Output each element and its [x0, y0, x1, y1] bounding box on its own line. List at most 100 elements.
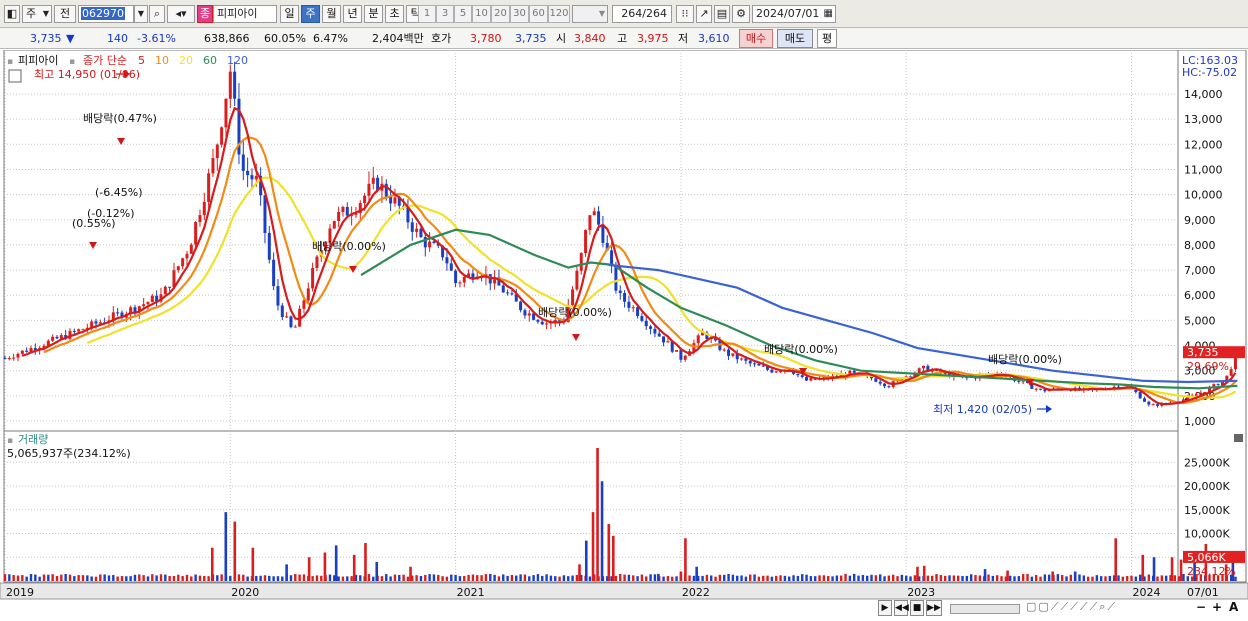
- volume-bar: [775, 575, 778, 581]
- interval-button[interactable]: 3: [436, 5, 454, 23]
- count-field[interactable]: 264/264: [612, 5, 672, 23]
- volume-bar: [323, 552, 327, 581]
- gear-icon[interactable]: ⚙: [732, 5, 750, 23]
- volume-bar: [489, 573, 492, 581]
- candle: [293, 326, 297, 328]
- price-change: 140: [107, 32, 128, 45]
- auto-scale-button[interactable]: A: [1229, 600, 1238, 618]
- sell-button[interactable]: 매도: [777, 29, 813, 48]
- volume-bar: [1073, 571, 1077, 581]
- compare-icon[interactable]: ⁝⁝: [676, 5, 694, 23]
- chevron-down-icon: ▼: [598, 9, 605, 18]
- speaker-icon[interactable]: ◂▾: [167, 5, 195, 23]
- interval-select[interactable]: ▼: [572, 5, 608, 23]
- candle: [241, 154, 245, 171]
- zoom-out-button[interactable]: −: [1196, 600, 1206, 618]
- volume-bar: [419, 576, 423, 581]
- candle: [20, 350, 24, 354]
- volume-bar: [506, 575, 509, 581]
- volume-bar: [714, 576, 717, 581]
- period-tab[interactable]: 주: [301, 5, 320, 23]
- draw-icon[interactable]: ↗: [696, 5, 712, 23]
- volume-bar: [848, 575, 852, 581]
- volume-bar: [493, 574, 496, 581]
- volume-bar: [409, 566, 412, 581]
- interval-button[interactable]: 120: [548, 5, 570, 23]
- candle: [1229, 369, 1233, 376]
- candle: [393, 197, 397, 204]
- period-tab[interactable]: 년: [343, 5, 362, 23]
- candle: [289, 316, 293, 328]
- volume-bar: [334, 545, 338, 581]
- y-tick-label: 12,000: [1184, 138, 1223, 151]
- zoom-in-button[interactable]: +: [1212, 600, 1222, 618]
- volume-bar: [398, 574, 401, 581]
- volume-bar: [467, 574, 470, 581]
- candle: [623, 293, 627, 302]
- period-tab[interactable]: 일: [280, 5, 299, 23]
- volume-bar: [607, 524, 611, 581]
- volume-bar: [12, 575, 15, 581]
- volume-bar: [29, 574, 33, 581]
- trade-amount: 2,404백만: [372, 32, 424, 45]
- buy-button[interactable]: 매수: [739, 29, 773, 48]
- search-icon[interactable]: ⌕: [149, 5, 165, 23]
- volume-bar: [939, 575, 943, 581]
- average-button[interactable]: 평: [817, 29, 837, 48]
- scroll-right-icon[interactable]: ▶: [878, 600, 892, 616]
- interval-button[interactable]: 1: [418, 5, 436, 23]
- interval-button[interactable]: 20: [491, 5, 510, 23]
- candle: [77, 329, 81, 332]
- rewind-icon[interactable]: ◀◀: [894, 600, 909, 616]
- volume-bar: [649, 574, 652, 581]
- volume-bar: [38, 576, 41, 581]
- volume-bar: [1156, 576, 1159, 581]
- period-tab[interactable]: 분: [364, 5, 383, 23]
- volume-bar: [116, 576, 119, 581]
- candle: [731, 353, 735, 356]
- volume-bar: [1065, 576, 1068, 581]
- interval-button[interactable]: 30: [510, 5, 529, 23]
- volume-bar: [935, 574, 938, 581]
- stock-code-input[interactable]: 062970: [78, 5, 134, 23]
- y-tick-label: 13,000: [1184, 113, 1223, 126]
- drawing-tools[interactable]: ▢▢⟋⟋⟋⟋⟋⌕⟋: [1026, 600, 1186, 618]
- stock-chart[interactable]: 14,000 13,000 12,000 11,000 10,000 9,000 8,000…: [0, 50, 1248, 621]
- volume-bar: [367, 574, 371, 581]
- zoom-slider[interactable]: [950, 604, 1020, 614]
- period-tab[interactable]: 초: [385, 5, 404, 23]
- stock-name-field[interactable]: 피피아이: [213, 5, 277, 23]
- volume-bar: [1104, 576, 1107, 581]
- volume-bar: [3, 574, 7, 581]
- interval-button[interactable]: 60: [529, 5, 548, 23]
- volume-bar: [575, 574, 579, 581]
- date-field[interactable]: 2024/07/01 ▦: [752, 5, 836, 23]
- stop-icon[interactable]: ■: [910, 600, 924, 616]
- volume-bar: [523, 574, 527, 581]
- interval-button[interactable]: 5: [454, 5, 472, 23]
- save-icon[interactable]: ▤: [714, 5, 730, 23]
- market-select[interactable]: 주 ▼: [22, 5, 52, 23]
- volume-bar: [1114, 538, 1118, 581]
- volume-bar: [688, 575, 691, 581]
- volume-bar: [701, 575, 704, 581]
- interval-button[interactable]: 10: [472, 5, 491, 23]
- prev-button[interactable]: 전: [54, 5, 76, 23]
- volume-bar: [749, 574, 752, 581]
- window-icon[interactable]: ◧: [4, 5, 20, 23]
- volume-bar: [965, 575, 969, 581]
- volume-bar: [16, 575, 20, 581]
- legend-marker: ▪: [69, 57, 75, 67]
- volume-bar: [341, 576, 345, 581]
- volume-bar: [1078, 574, 1081, 581]
- code-dropdown-icon[interactable]: ▼: [134, 5, 148, 23]
- period-tab[interactable]: 월: [322, 5, 341, 23]
- candle: [740, 358, 744, 360]
- volume-bar: [600, 481, 604, 581]
- volume-bar: [385, 574, 388, 581]
- candle: [657, 333, 661, 337]
- volume-bar: [695, 566, 698, 581]
- candle: [220, 127, 224, 145]
- volume-bar: [892, 574, 895, 581]
- fast-forward-icon[interactable]: ▶▶: [926, 600, 942, 616]
